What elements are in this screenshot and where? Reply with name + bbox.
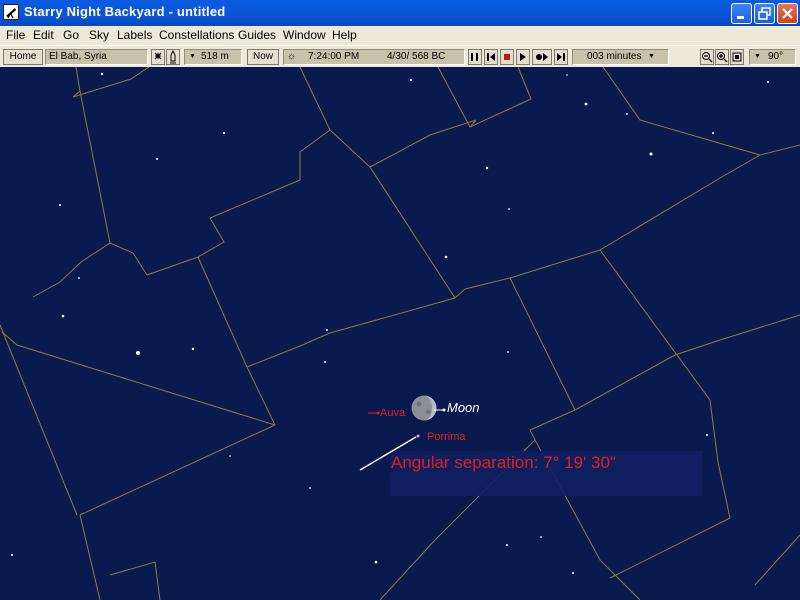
boundary-lines [0,67,800,600]
time-text: 7:24:00 PM [308,51,360,62]
stop-icon[interactable] [500,49,514,65]
menu-file[interactable]: File [6,28,25,42]
viewer-icon[interactable] [151,49,165,65]
sun-icon: ☼ [287,51,297,62]
minimize-button[interactable] [731,3,752,24]
now-button[interactable]: Now [247,49,279,65]
zoom-box-icon[interactable] [730,49,744,65]
menu-help[interactable]: Help [332,28,357,42]
location-field[interactable]: El Bab, Syria [45,49,148,65]
time-step-field[interactable]: 003 minutes ▼ [572,49,669,65]
field-of-view-field[interactable]: ▼ 90° [749,49,796,65]
menu-edit[interactable]: Edit [33,28,54,42]
time-date-field[interactable]: ☼ 7:24:00 PM 4/30/ 568 BC [283,49,465,65]
time-step-text: 003 minutes [587,51,642,62]
step-back-icon[interactable] [468,49,482,65]
menu-bar: File Edit Go Sky Labels Constellations G… [0,26,800,45]
angular-separation-readout: Angular separation: 7° 19' 30" [391,453,616,472]
dropdown-arrow-icon: ▼ [754,53,761,60]
dropdown-arrow-icon: ▼ [648,53,655,60]
control-toolbar: Home El Bab, Syria ▼ 518 m Now ☼ 7:24:00… [0,45,800,67]
menu-labels[interactable]: Labels [117,28,152,42]
constellation-boundaries [0,67,800,600]
field-of-view-text: 90° [768,51,784,62]
zoom-in-icon[interactable] [715,49,729,65]
restore-button[interactable] [754,3,775,24]
zoom-out-icon[interactable] [700,49,714,65]
dropdown-arrow-icon: ▼ [189,53,196,60]
play-icon[interactable] [516,49,530,65]
moon-icon[interactable] [411,395,437,421]
menu-guides[interactable]: Guides [238,28,276,42]
elevation-field[interactable]: ▼ 518 m [184,49,242,65]
rocket-icon[interactable] [166,49,180,65]
elevation-text: 518 m [201,51,229,62]
app-telescope-icon[interactable] [3,4,19,20]
moon-marker [442,408,446,412]
menu-window[interactable]: Window [283,28,326,42]
step-forward-icon[interactable] [554,49,568,65]
menu-go[interactable]: Go [63,28,79,42]
close-button[interactable] [777,3,798,24]
menu-sky[interactable]: Sky [89,28,109,42]
title-bar: Starry Night Backyard - untitled [0,0,800,26]
menu-constellations[interactable]: Constellations [159,28,234,42]
fast-forward-icon[interactable] [532,49,552,65]
sky-view[interactable]: Moon Auva Porrima Angular separation: 7°… [0,67,800,600]
location-text: El Bab, Syria [49,51,107,62]
star-field [11,72,769,574]
moon-label[interactable]: Moon [447,400,480,415]
date-text: 4/30/ 568 BC [387,51,446,62]
auva-label[interactable]: Auva [380,407,405,419]
porrima-star[interactable] [416,434,420,438]
window-title: Starry Night Backyard - untitled [24,4,226,19]
porrima-label[interactable]: Porrima [427,431,466,443]
home-button[interactable]: Home [3,49,43,65]
reverse-icon[interactable] [484,49,498,65]
